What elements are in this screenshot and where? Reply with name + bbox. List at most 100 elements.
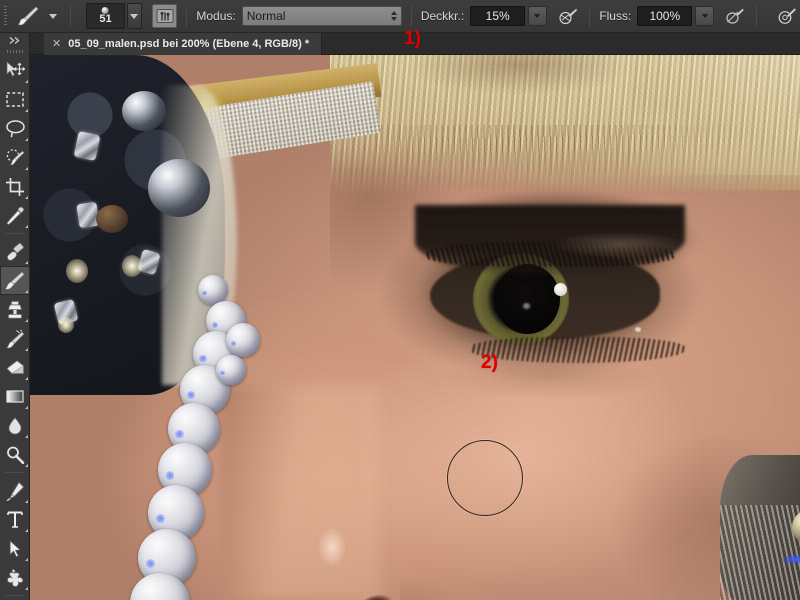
sidebar-item-path-selection-tool[interactable] [0,534,30,563]
pressure-size-button[interactable] [774,4,800,28]
tool-group-corner-icon [25,196,28,199]
pressure-opacity-button[interactable] [555,4,581,28]
tool-group-corner-icon [25,435,28,438]
sidebar-item-move-tool[interactable] [0,56,30,85]
flow-value: 100% [649,9,681,23]
tool-group-corner-icon [25,529,28,532]
sidebar-item-lasso-tool[interactable] [0,114,30,143]
pen-tool-icon [6,481,25,501]
brush-tool-icon [18,6,39,26]
mode-label: Modus: [196,9,236,23]
blend-mode-select[interactable]: Normal [241,6,402,26]
options-bar: 51 Modus: Normal Deckkr.: 15% Fluss: 100… [0,0,800,33]
annotation-1: 1) [404,28,421,49]
marquee-tool-icon [6,92,24,107]
photo-under-eye [410,355,690,415]
brush-size-value: 51 [99,13,112,25]
tool-group-corner-icon [25,225,28,228]
close-icon[interactable]: ✕ [52,38,61,50]
brush-panel-toggle-icon [156,9,174,23]
sidebar-item-dodge-tool[interactable] [0,440,30,469]
photoshop-window: 51 Modus: Normal Deckkr.: 15% Fluss: 100… [0,0,800,600]
flow-slider-caret[interactable] [695,6,714,26]
photo-gem-sparkle-2 [122,255,142,277]
sidebar-item-eraser-tool[interactable] [0,353,30,382]
opacity-slider-caret[interactable] [528,6,547,26]
document-tab[interactable]: ✕ 05_09_malen.psd bei 200% (Ebene 4, RGB… [44,33,323,55]
type-tool-icon [7,511,23,528]
dodge-tool-icon [7,446,25,464]
blur-tool-icon [8,416,22,434]
sidebar-item-blur-tool[interactable] [0,411,30,440]
sidebar-item-quick-selection-tool[interactable] [0,143,30,172]
chevron-down-icon [48,13,57,19]
options-separator-4 [589,5,591,27]
tool-group-corner-icon [25,558,28,561]
tool-group-corner-icon [25,377,28,380]
tool-group-corner-icon [25,406,28,409]
tool-preset-picker-caret[interactable] [45,3,61,29]
sidebar-item-history-brush-tool[interactable] [0,324,30,353]
flow-label: Fluss: [599,9,632,23]
toolbox-divider-1 [4,233,25,234]
sidebar-item-crop-tool[interactable] [0,172,30,201]
photo-gem-7 [96,205,128,233]
active-tool-preview[interactable] [12,3,45,29]
brush-tool-icon [4,271,25,290]
photo-nose-bridge [220,385,380,600]
sidebar-item-spot-healing-brush-tool[interactable] [0,237,30,266]
opacity-input[interactable]: 15% [470,6,526,26]
tool-group-corner-icon [25,290,28,293]
pressure-size-icon [778,8,797,24]
tool-group-corner-icon [25,348,28,351]
blend-mode-value: Normal [246,9,286,23]
updown-arrows-icon [390,11,397,21]
brush-preset-chip[interactable]: 51 [85,3,126,29]
lasso-tool-icon [5,119,25,137]
flow-input[interactable]: 100% [637,6,693,26]
photo-gem-1 [122,91,166,131]
airbrush-button[interactable] [722,4,748,28]
eyedropper-tool-icon [6,206,24,225]
clone-stamp-tool-icon [8,300,22,318]
brush-panel-toggle-button[interactable] [151,4,178,28]
tool-group-corner-icon [25,261,28,264]
history-brush-tool-icon [6,329,24,348]
tool-group-corner-icon [25,319,28,322]
tool-group-corner-icon [25,464,28,467]
photo-eye-catchlight-secondary [523,303,530,309]
opacity-value: 15% [485,9,510,23]
sidebar-item-type-tool[interactable] [0,505,30,534]
brush-cursor-ring [447,440,523,516]
photo-pearl-10 [226,323,260,357]
sidebar-item-gradient-tool[interactable] [0,382,30,411]
document-tab-title: 05_09_malen.psd bei 200% (Ebene 4, RGB/8… [68,38,310,50]
chevron-down-icon [701,14,708,18]
document-tab-bar: ✕ 05_09_malen.psd bei 200% (Ebene 4, RGB… [0,33,800,55]
options-bar-grip[interactable] [0,0,12,33]
photo-nose-highlight [310,525,356,585]
tool-group-corner-icon [25,167,28,170]
options-separator-5 [756,5,758,27]
path-selection-tool-icon [9,538,22,558]
sidebar-item-clone-stamp-tool[interactable] [0,295,30,324]
options-separator-1 [69,5,71,27]
custom-shape-tool-icon [6,568,23,587]
sidebar-item-custom-shape-tool[interactable] [0,563,30,592]
move-tool-icon [6,61,25,77]
tool-group-corner-icon [25,138,28,141]
chevron-down-icon [130,13,139,19]
sidebar-item-pen-tool[interactable] [0,476,30,505]
toolbox-grip[interactable] [0,47,29,56]
chevron-down-icon [534,14,541,18]
photo-lid-crease [530,225,710,265]
photo-pearl-11 [216,355,246,385]
airbrush-icon [726,8,744,24]
sidebar-item-eyedropper-tool[interactable] [0,201,30,230]
sidebar-item-brush-tool[interactable] [0,266,30,295]
brush-preset-caret[interactable] [127,3,142,29]
sidebar-item-rectangular-marquee-tool[interactable] [0,85,30,114]
toolbox-expand-button[interactable] [0,33,29,47]
photo-gem-2 [148,159,210,217]
image-canvas[interactable] [30,55,800,600]
